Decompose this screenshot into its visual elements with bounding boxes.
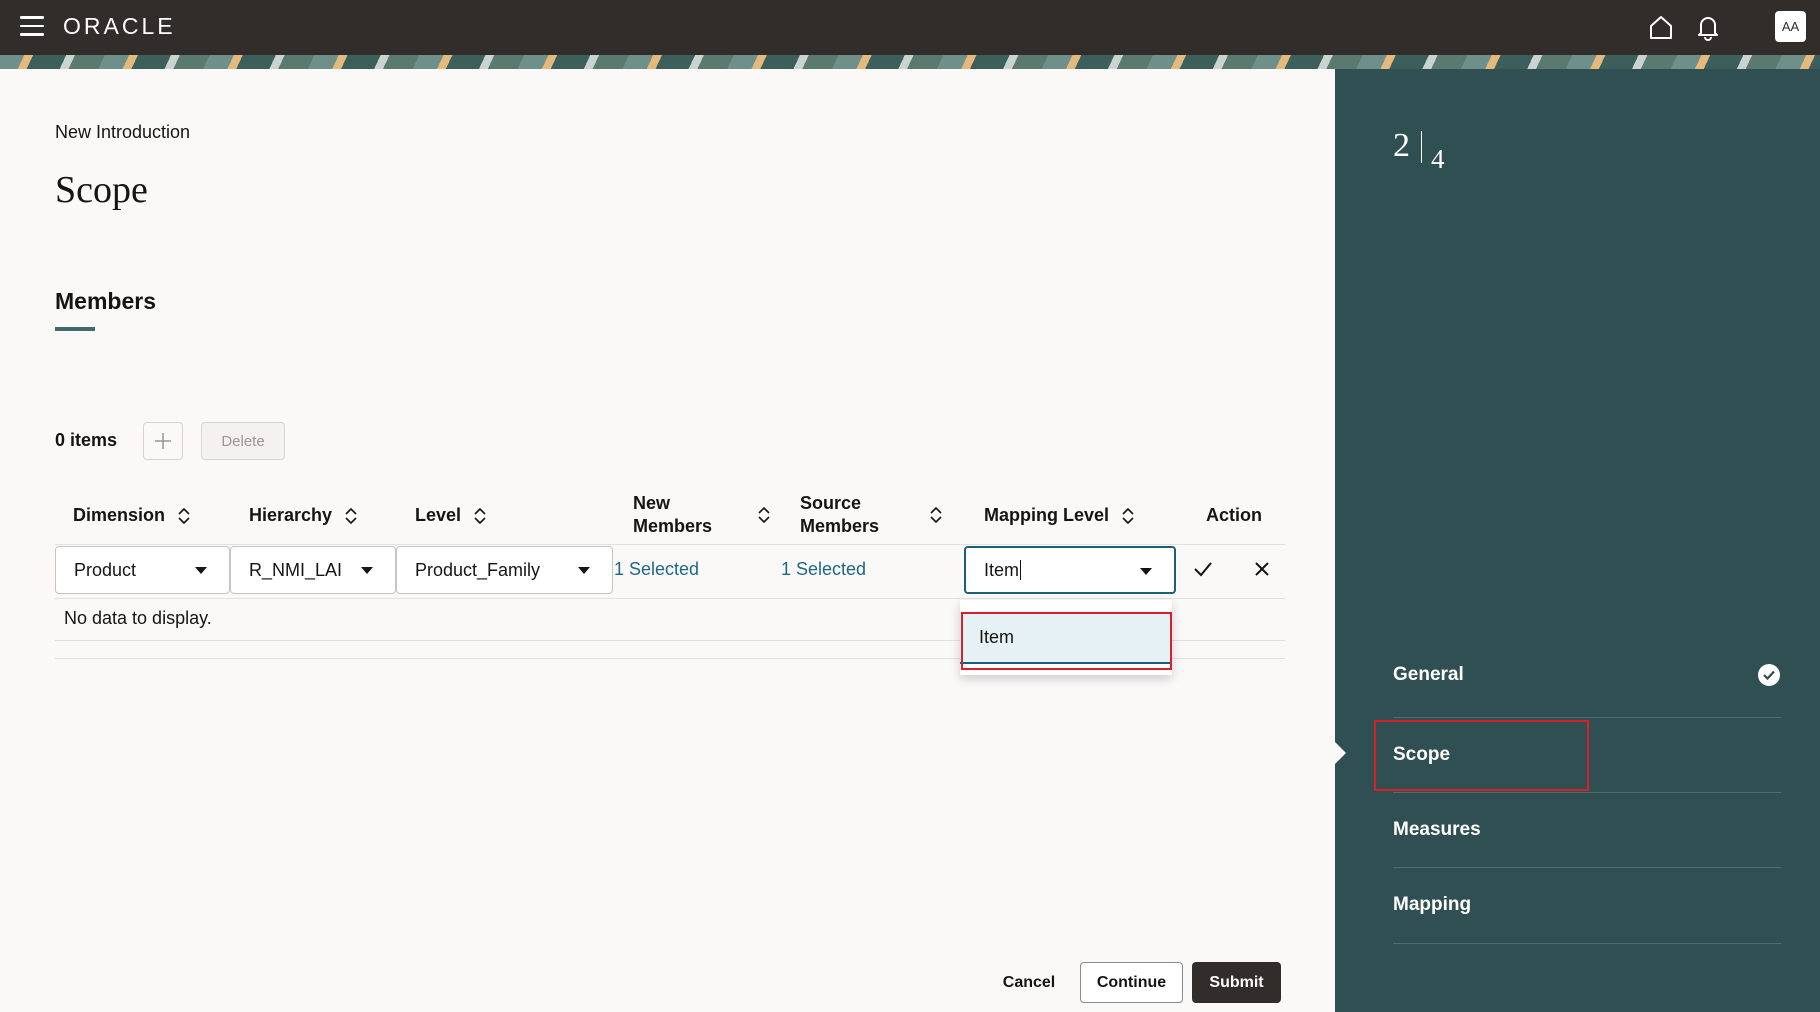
sort-icon — [474, 507, 486, 524]
step-current: 2 — [1393, 127, 1410, 164]
column-header-label: New Members — [633, 493, 713, 536]
column-header-label: Level — [415, 505, 462, 525]
sort-icon — [930, 506, 942, 524]
new-members-link[interactable]: 1 Selected — [614, 559, 699, 580]
step-label: Measures — [1393, 819, 1481, 840]
dimension-value: Product — [74, 559, 137, 580]
dimension-select[interactable]: Product — [55, 546, 230, 594]
items-count: 0 items — [55, 430, 118, 450]
decorative-banner — [0, 55, 1820, 69]
highlight-box-step-scope — [1374, 720, 1589, 791]
column-header-new-members[interactable]: New Members — [633, 492, 771, 538]
column-header-label: Source Members — [800, 493, 880, 536]
main-content — [0, 69, 1335, 1012]
caret-down-icon — [195, 567, 207, 574]
step-label: Mapping — [1393, 894, 1472, 915]
column-header-label: Dimension — [73, 505, 166, 525]
section-underline — [55, 327, 95, 331]
column-header-label: Action — [1206, 505, 1262, 525]
step-divider — [1393, 943, 1781, 944]
step-total: 4 — [1431, 144, 1445, 174]
check-circle-icon — [1758, 664, 1780, 686]
header-divider — [55, 544, 1285, 545]
column-header-label: Mapping Level — [984, 505, 1110, 525]
column-header-label: Hierarchy — [249, 505, 333, 525]
page-title: Scope — [55, 169, 148, 211]
home-icon[interactable] — [1647, 13, 1675, 41]
step-label: General — [1393, 664, 1464, 685]
text-cursor — [1020, 560, 1022, 580]
continue-button[interactable]: Continue — [1080, 962, 1183, 1003]
column-header-level[interactable]: Level — [415, 504, 487, 527]
submit-button[interactable]: Submit — [1192, 962, 1281, 1003]
hierarchy-value: R_NMI_LAI — [249, 559, 343, 580]
plus-icon — [155, 433, 171, 449]
level-value: Product_Family — [415, 559, 541, 580]
highlight-box-dropdown-option — [961, 612, 1172, 670]
no-data-message: No data to display. — [64, 608, 212, 628]
level-select[interactable]: Product_Family — [396, 546, 613, 594]
column-header-hierarchy[interactable]: Hierarchy — [249, 504, 358, 527]
cancel-x-icon[interactable] — [1251, 558, 1273, 580]
step-measures[interactable]: Measures — [1393, 792, 1781, 868]
caret-down-icon — [578, 567, 590, 574]
current-step-pointer — [1335, 742, 1346, 764]
hamburger-menu-icon[interactable] — [20, 16, 44, 36]
row-divider — [55, 598, 1285, 599]
column-header-dimension[interactable]: Dimension — [73, 504, 191, 527]
sort-icon — [178, 507, 190, 524]
sort-icon — [758, 506, 770, 524]
caret-down-icon — [361, 567, 373, 574]
column-header-mapping-level[interactable]: Mapping Level — [984, 504, 1135, 527]
step-separator — [1421, 131, 1422, 163]
mapping-level-value: Item — [984, 559, 1020, 580]
column-header-source-members[interactable]: Source Members — [800, 492, 943, 538]
top-bar: ORACLE — [0, 0, 1820, 55]
breadcrumb: New Introduction — [55, 122, 191, 142]
save-check-icon[interactable] — [1192, 558, 1214, 580]
delete-button[interactable]: Delete — [201, 422, 285, 460]
bell-icon[interactable] — [1694, 13, 1722, 41]
sort-icon — [1122, 507, 1134, 524]
column-header-action: Action — [1206, 504, 1262, 527]
hierarchy-select[interactable]: R_NMI_LAI — [230, 546, 396, 594]
oracle-logo: ORACLE — [63, 13, 176, 39]
section-title: Members — [55, 288, 156, 314]
mapping-level-select[interactable]: Item — [964, 546, 1176, 594]
cancel-button[interactable]: Cancel — [990, 962, 1068, 1003]
add-button[interactable] — [143, 422, 183, 460]
user-avatar[interactable]: AA — [1775, 11, 1806, 42]
source-members-link[interactable]: 1 Selected — [781, 559, 866, 580]
caret-down-icon — [1140, 568, 1152, 575]
sort-icon — [345, 507, 357, 524]
step-mapping[interactable]: Mapping — [1393, 867, 1781, 943]
step-general[interactable]: General — [1393, 637, 1781, 713]
